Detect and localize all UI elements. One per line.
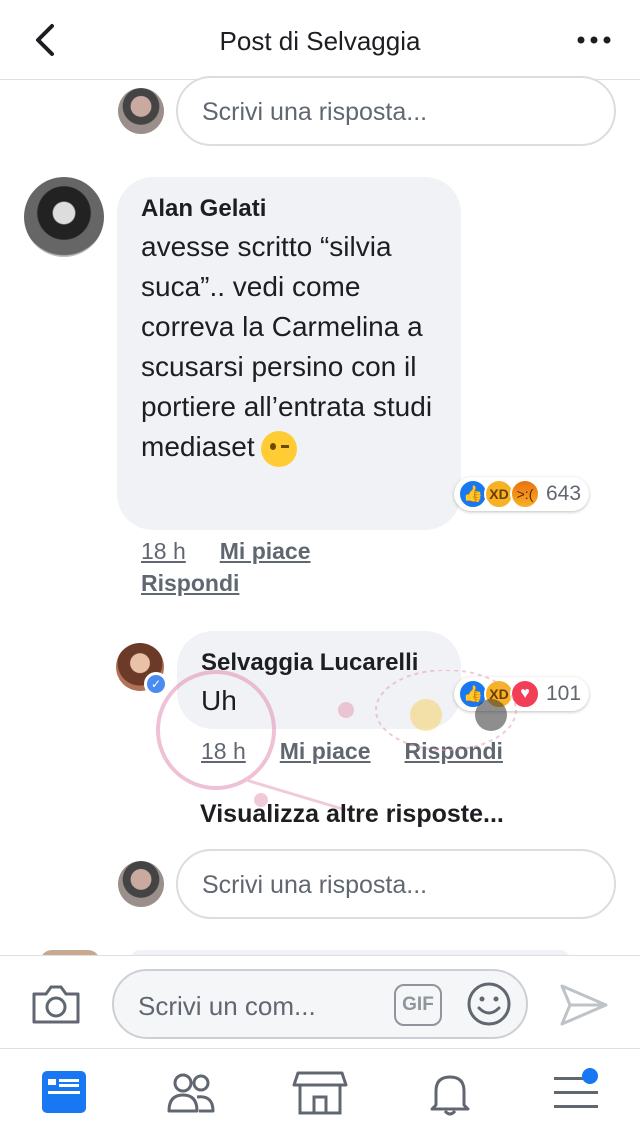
send-button[interactable] xyxy=(558,982,610,1028)
news-feed-icon xyxy=(42,1071,86,1113)
reply-input[interactable]: Scrivi una risposta... xyxy=(176,849,616,919)
reply-reply-button[interactable]: Rispondi xyxy=(405,738,503,764)
tab-marketplace[interactable] xyxy=(290,1067,350,1119)
friends-icon xyxy=(167,1073,215,1113)
wink-emoji-icon xyxy=(260,430,297,467)
reply-text: Uh xyxy=(201,685,237,716)
user-avatar xyxy=(118,861,164,907)
comment-input[interactable]: Scrivi un com... GIF xyxy=(112,969,528,1039)
reaction-count: 643 xyxy=(546,482,582,505)
tab-friends[interactable] xyxy=(161,1067,221,1119)
comment-text: avesse scritto “silvia suca”.. vedi come… xyxy=(141,227,437,467)
reaction-count: 101 xyxy=(546,682,582,705)
chevron-left-icon xyxy=(36,24,54,56)
menu-notification-dot xyxy=(582,1068,598,1084)
view-more-replies-link[interactable]: Visualizza altre risposte... xyxy=(200,800,504,829)
reply-input[interactable]: Scrivi una risposta... xyxy=(176,76,616,146)
top-bar: Post di Selvaggia xyxy=(0,0,640,80)
tab-news-feed[interactable] xyxy=(34,1067,94,1119)
reply-bubble: Selvaggia Lucarelli Uh xyxy=(177,631,461,729)
camera-button[interactable] xyxy=(30,982,82,1026)
comment-actions-row2: Rispondi xyxy=(141,570,273,597)
comment-composer: Scrivi un com... GIF xyxy=(0,955,640,1048)
commenter-avatar[interactable] xyxy=(24,177,104,257)
emoji-button[interactable] xyxy=(466,981,512,1027)
reply-author[interactable]: Selvaggia Lucarelli xyxy=(201,649,437,677)
comment-author[interactable]: Alan Gelati xyxy=(141,195,437,223)
reply-actions: 18 h Mi piace Rispondi xyxy=(201,738,537,765)
comment-timestamp[interactable]: 18 h xyxy=(141,538,186,564)
back-button[interactable] xyxy=(22,18,70,62)
comment-bubble: Alan Gelati avesse scritto “silvia suca”… xyxy=(117,177,461,530)
verified-badge-icon: ✓ xyxy=(144,672,168,696)
love-reaction-icon: ♥ xyxy=(510,679,540,709)
ellipsis-icon xyxy=(577,36,611,44)
comment-actions: 18 h Mi piace xyxy=(141,538,345,565)
reply-timestamp[interactable]: 18 h xyxy=(201,738,246,764)
reply-reactions-summary[interactable]: 👍 XD ♥ 101 xyxy=(454,677,590,711)
send-icon xyxy=(560,984,608,1026)
user-avatar xyxy=(118,88,164,134)
reactions-summary[interactable]: 👍 XD >:( 643 xyxy=(454,477,590,511)
bell-icon xyxy=(430,1075,470,1116)
reply-button[interactable]: Rispondi xyxy=(141,570,239,596)
comment-input-placeholder: Scrivi un com... xyxy=(138,991,316,1021)
tab-notifications[interactable] xyxy=(420,1067,480,1119)
bottom-tab-bar xyxy=(0,1048,640,1136)
marketplace-icon xyxy=(292,1071,348,1115)
smiley-icon xyxy=(467,982,511,1026)
reply-like-button[interactable]: Mi piace xyxy=(280,738,371,764)
reply-composer-row: Scrivi una risposta... xyxy=(0,849,640,919)
page-title: Post di Selvaggia xyxy=(219,26,421,56)
camera-icon xyxy=(32,985,80,1024)
like-button[interactable]: Mi piace xyxy=(220,538,311,564)
more-options-button[interactable] xyxy=(574,30,614,50)
angry-reaction-icon: >:( xyxy=(510,479,540,509)
reply-composer-row: Scrivi una risposta... xyxy=(0,76,640,146)
gif-button[interactable]: GIF xyxy=(394,984,442,1026)
